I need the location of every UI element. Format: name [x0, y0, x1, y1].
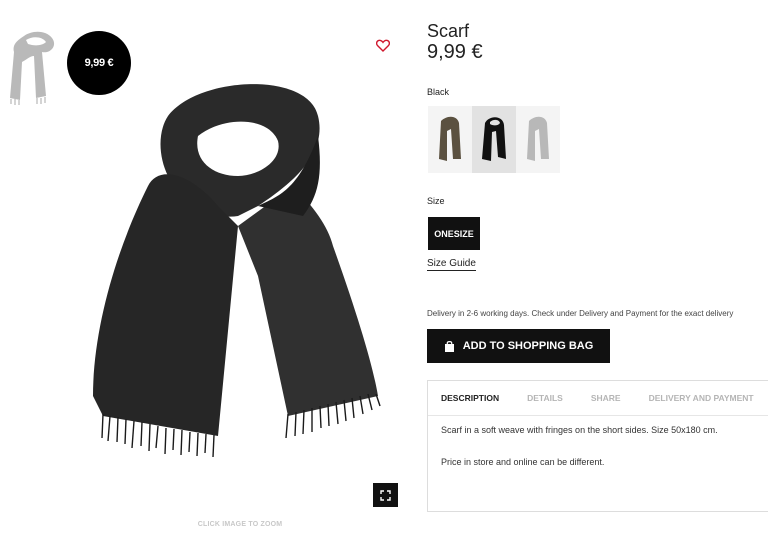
add-to-bag-button[interactable]: ADD TO SHOPPING BAG	[427, 329, 610, 363]
color-swatch-light-grey[interactable]	[516, 106, 560, 173]
product-info-panel: DESCRIPTION DETAILS SHARE DELIVERY AND P…	[427, 380, 768, 512]
product-image[interactable]	[88, 76, 398, 461]
color-swatch-black[interactable]	[472, 106, 516, 173]
size-guide-link[interactable]: Size Guide	[427, 258, 476, 271]
product-title: Scarf	[427, 21, 470, 41]
info-tabs: DESCRIPTION DETAILS SHARE DELIVERY AND P…	[428, 381, 768, 416]
size-label: Size	[427, 196, 445, 206]
favorite-heart-icon[interactable]	[368, 30, 398, 60]
fullscreen-icon[interactable]	[373, 483, 398, 507]
zoom-hint: CLICK IMAGE TO ZOOM	[197, 521, 283, 528]
size-option-onesize[interactable]: ONESIZE	[428, 217, 480, 250]
color-swatches	[428, 106, 560, 173]
tab-share[interactable]: SHARE	[591, 393, 621, 403]
shopping-bag-icon	[444, 341, 454, 352]
color-swatch-khaki[interactable]	[428, 106, 472, 173]
add-to-bag-label: ADD TO SHOPPING BAG	[462, 340, 594, 352]
tab-description[interactable]: DESCRIPTION	[441, 393, 499, 403]
selected-color-label: Black	[427, 87, 450, 97]
tab-delivery-payment[interactable]: DELIVERY AND PAYMENT	[649, 393, 754, 403]
tab-details[interactable]: DETAILS	[527, 393, 563, 403]
delivery-info: Delivery in 2-6 working days. Check unde…	[427, 309, 734, 318]
price-note: Price in store and online can be differe…	[441, 457, 605, 467]
product-description: Scarf in a soft weave with fringes on th…	[441, 425, 718, 435]
product-price: 9,99 €	[427, 41, 483, 63]
gallery-thumbnail[interactable]	[6, 30, 66, 106]
